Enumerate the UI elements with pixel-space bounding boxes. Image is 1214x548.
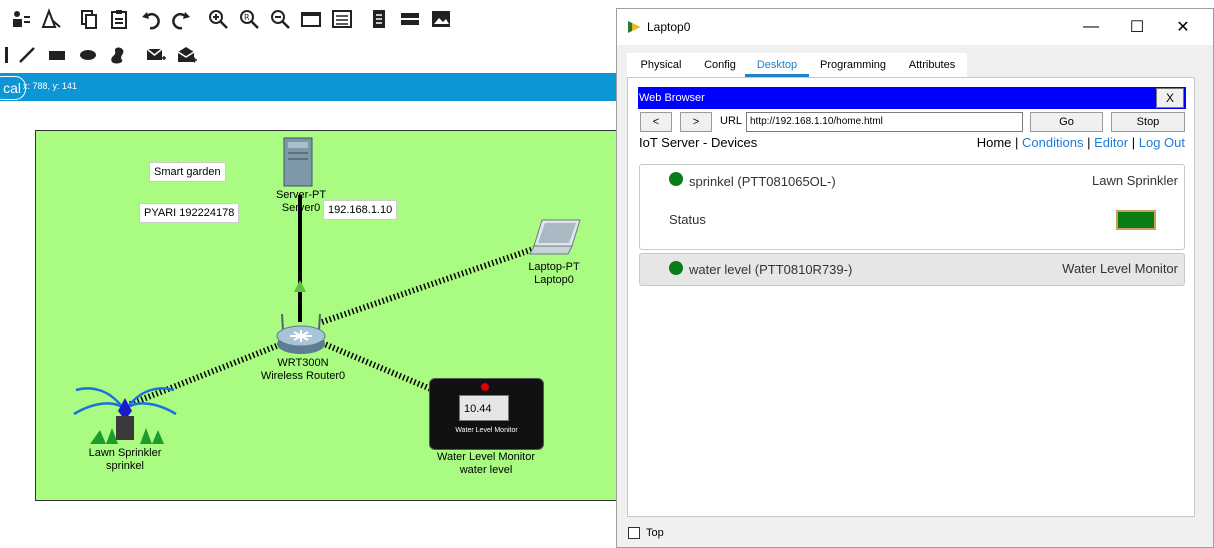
nav-separator: | [1015, 135, 1019, 150]
router-laptop-wireless [321, 242, 546, 325]
sprinkler-name: sprinkel [106, 460, 144, 472]
window-title: Laptop0 [647, 20, 691, 34]
online-status-icon [669, 261, 683, 275]
top-checkbox[interactable] [628, 527, 640, 539]
monitor-name: water level [459, 464, 513, 476]
laptop-icon[interactable] [528, 218, 584, 258]
nav-home[interactable]: Home [977, 135, 1012, 150]
minimize-button[interactable]: — [1071, 15, 1111, 39]
top-label: Top [646, 527, 664, 539]
router-model: WRT300N [277, 357, 329, 369]
url-label: URL [720, 115, 743, 127]
tab-programming[interactable]: Programming [809, 53, 897, 77]
lawn-sprinkler-icon[interactable] [70, 376, 180, 446]
forward-button[interactable]: > [680, 112, 712, 132]
status-label: Status [669, 212, 706, 227]
link-status-arrow [294, 280, 306, 292]
router-name: Wireless Router0 [260, 370, 346, 382]
laptop-label: Laptop-PT Laptop0 [521, 261, 587, 287]
tab-config[interactable]: Config [695, 53, 745, 77]
maximize-button[interactable]: ☐ [1117, 15, 1157, 39]
page-nav: Home | Conditions | Editor | Log Out [977, 135, 1185, 150]
device-name: water level (PTT0810R739-) [689, 262, 853, 277]
device-type: Water Level Monitor [1062, 261, 1178, 276]
tab-desktop[interactable]: Desktop [745, 53, 809, 77]
nav-logout[interactable]: Log Out [1139, 135, 1185, 150]
water-level-monitor-device[interactable]: 10.44 Water Level Monitor [429, 378, 544, 450]
sprinkler-label: Lawn Sprinkler sprinkel [80, 447, 170, 473]
stop-button[interactable]: Stop [1111, 112, 1185, 132]
tab-physical[interactable]: Physical [627, 53, 695, 77]
window-titlebar[interactable]: Laptop0 — ☐ ✕ [617, 9, 1213, 45]
web-browser-titlebar: Web Browser X [638, 87, 1186, 109]
monitor-screen-label: Water Level Monitor [455, 427, 518, 434]
nav-separator: | [1087, 135, 1091, 150]
web-browser-close-button[interactable]: X [1156, 88, 1184, 108]
monitor-reading: 10.44 [459, 395, 509, 421]
device-name: sprinkel (PTT081065OL-) [689, 174, 836, 189]
close-button[interactable]: ✕ [1163, 15, 1203, 39]
device-type: Lawn Sprinkler [1092, 173, 1178, 188]
nav-separator: | [1131, 135, 1136, 150]
nav-conditions[interactable]: Conditions [1022, 135, 1083, 150]
monitor-model: Water Level Monitor [436, 451, 536, 463]
web-browser-title: Web Browser [639, 92, 705, 104]
server-ip-note[interactable]: 192.168.1.10 [323, 200, 398, 220]
note-owner[interactable]: PYARI 192224178 [139, 203, 240, 223]
go-button[interactable]: Go [1030, 112, 1103, 132]
device-card-water-level[interactable]: water level (PTT0810R739-) Water Level M… [639, 253, 1185, 286]
status-toggle[interactable] [1116, 210, 1156, 230]
packet-tracer-icon [628, 21, 640, 33]
tab-attributes[interactable]: Attributes [897, 53, 967, 77]
url-input[interactable]: http://192.168.1.10/home.html [746, 112, 1023, 132]
page-title: IoT Server - Devices [639, 135, 758, 150]
back-button[interactable]: < [640, 112, 672, 132]
laptop-model: Laptop-PT [528, 261, 580, 273]
wireless-router-icon[interactable] [274, 310, 328, 356]
monitor-label: Water Level Monitor water level [431, 451, 541, 477]
note-title[interactable]: Smart garden [149, 162, 226, 182]
monitor-indicator-light [481, 383, 489, 391]
online-status-icon [669, 172, 683, 186]
nav-editor[interactable]: Editor [1094, 135, 1128, 150]
sprinkler-model: Lawn Sprinkler [88, 447, 162, 459]
server-icon[interactable] [282, 136, 316, 188]
router-label: WRT300N Wireless Router0 [255, 357, 351, 383]
laptop0-window: Laptop0 — ☐ ✕ Physical Config Desktop Pr… [616, 8, 1214, 548]
device-card-sprinkel[interactable]: sprinkel (PTT081065OL-) Lawn Sprinkler S… [639, 164, 1185, 250]
laptop-name: Laptop0 [534, 274, 574, 286]
